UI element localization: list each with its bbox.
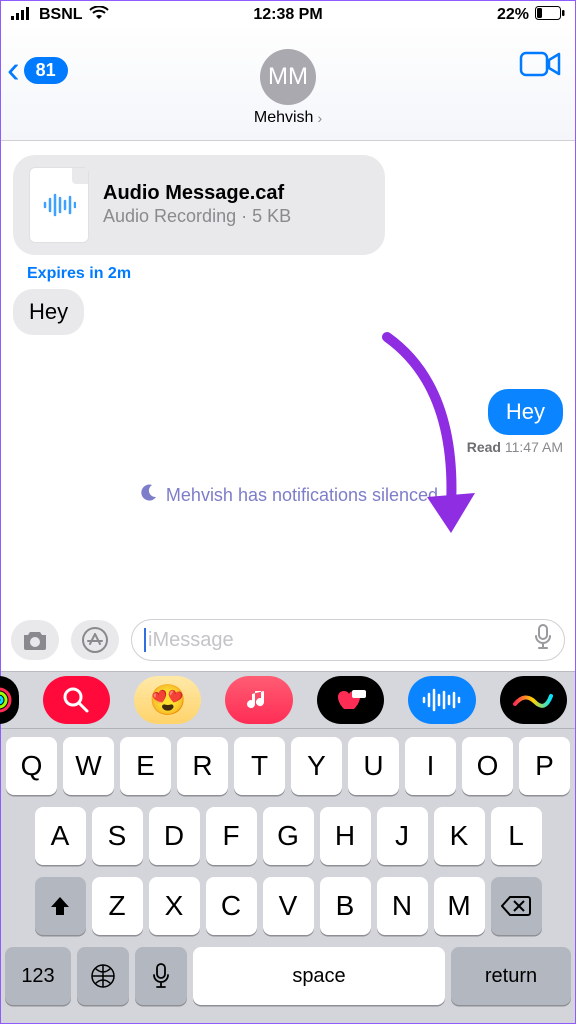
wifi-icon [89, 6, 109, 25]
key-c[interactable]: C [206, 877, 257, 935]
contact-name-label: Mehvish [254, 109, 314, 127]
key-f[interactable]: F [206, 807, 257, 865]
text-cursor [144, 628, 146, 652]
imessage-app-strip[interactable]: 😍 [1, 671, 575, 729]
keyboard-row-2: ASDFGHJKL [5, 807, 571, 865]
key-g[interactable]: G [263, 807, 314, 865]
numeric-key[interactable]: 123 [5, 947, 71, 1005]
contact-avatar[interactable]: MM [260, 49, 316, 105]
key-u[interactable]: U [348, 737, 399, 795]
key-s[interactable]: S [92, 807, 143, 865]
silenced-label: Mehvish has notifications silenced [166, 485, 438, 506]
key-e[interactable]: E [120, 737, 171, 795]
key-l[interactable]: L [491, 807, 542, 865]
key-b[interactable]: B [320, 877, 371, 935]
globe-icon [90, 963, 116, 989]
audio-message-app-icon[interactable] [408, 676, 475, 724]
dictation-key[interactable] [135, 947, 187, 1005]
backspace-key[interactable] [491, 877, 542, 935]
conversation-header: ‹ 81 MM Mehvish › [1, 29, 575, 141]
key-d[interactable]: D [149, 807, 200, 865]
compose-bar: iMessage [1, 611, 575, 671]
message-placeholder: iMessage [148, 629, 234, 652]
keyboard-row-4: 123 space return [5, 947, 571, 1005]
key-r[interactable]: R [177, 737, 228, 795]
contact-name-button[interactable]: Mehvish › [254, 109, 322, 127]
status-bar: BSNL 12:38 PM 22% [1, 1, 575, 29]
key-q[interactable]: Q [6, 737, 57, 795]
expires-label: Expires in 2m [27, 265, 563, 283]
return-key[interactable]: return [451, 947, 571, 1005]
key-j[interactable]: J [377, 807, 428, 865]
facetime-button[interactable] [519, 49, 563, 84]
music-app-icon[interactable] [225, 676, 292, 724]
message-input[interactable]: iMessage [131, 619, 565, 661]
attachment-meta: Audio Recording · 5 KB [103, 205, 291, 228]
outgoing-message-bubble[interactable]: Hey [488, 389, 563, 435]
key-h[interactable]: H [320, 807, 371, 865]
key-m[interactable]: M [434, 877, 485, 935]
unread-count-badge: 81 [24, 57, 68, 84]
key-o[interactable]: O [462, 737, 513, 795]
keyboard-row-1: QWERTYUIOP [5, 737, 571, 795]
battery-icon [535, 6, 565, 25]
attachment-title: Audio Message.caf [103, 182, 291, 205]
memoji-app-icon[interactable]: 😍 [134, 676, 201, 724]
key-t[interactable]: T [234, 737, 285, 795]
backspace-icon [501, 895, 531, 917]
messages-screen: BSNL 12:38 PM 22% ‹ 81 MM Mehvish › [0, 0, 576, 1024]
chevron-right-icon: › [317, 110, 322, 126]
video-camera-icon [519, 49, 563, 79]
key-x[interactable]: X [149, 877, 200, 935]
chevron-left-icon: ‹ [7, 51, 20, 89]
activity-app-icon[interactable] [0, 676, 19, 724]
key-v[interactable]: V [263, 877, 314, 935]
key-n[interactable]: N [377, 877, 428, 935]
camera-icon [21, 629, 49, 651]
mic-icon [152, 963, 170, 989]
annotation-arrow [377, 327, 497, 547]
moon-icon [138, 483, 158, 508]
globe-key[interactable] [77, 947, 129, 1005]
key-p[interactable]: P [519, 737, 570, 795]
notifications-silenced-row[interactable]: Mehvish has notifications silenced [13, 483, 563, 508]
audio-attachment-bubble[interactable]: Audio Message.caf Audio Recording · 5 KB [13, 155, 385, 255]
key-w[interactable]: W [63, 737, 114, 795]
keyboard: QWERTYUIOP ASDFGHJKL ZXCVBNM 123 space r… [1, 729, 575, 1023]
app-store-icon [82, 627, 108, 653]
digital-touch-app-icon[interactable] [317, 676, 384, 724]
key-a[interactable]: A [35, 807, 86, 865]
clock-label: 12:38 PM [253, 6, 322, 24]
key-k[interactable]: K [434, 807, 485, 865]
battery-pct-label: 22% [497, 6, 529, 24]
shift-key[interactable] [35, 877, 86, 935]
cellular-signal-icon [11, 6, 33, 25]
key-y[interactable]: Y [291, 737, 342, 795]
shift-icon [48, 894, 72, 918]
digital-draw-app-icon[interactable] [500, 676, 567, 724]
find-app-icon[interactable] [43, 676, 110, 724]
incoming-message-bubble[interactable]: Hey [13, 289, 84, 335]
camera-button[interactable] [11, 620, 59, 660]
key-i[interactable]: I [405, 737, 456, 795]
mic-icon[interactable] [534, 624, 552, 656]
key-z[interactable]: Z [92, 877, 143, 935]
space-key[interactable]: space [193, 947, 445, 1005]
audio-file-icon [29, 167, 89, 243]
conversation-thread[interactable]: Audio Message.caf Audio Recording · 5 KB… [1, 141, 575, 611]
back-button[interactable]: ‹ 81 [7, 51, 68, 89]
keyboard-row-3: ZXCVBNM [5, 877, 571, 935]
carrier-label: BSNL [39, 6, 83, 24]
read-receipt: Read 11:47 AM [13, 439, 563, 455]
app-store-button[interactable] [71, 620, 119, 660]
